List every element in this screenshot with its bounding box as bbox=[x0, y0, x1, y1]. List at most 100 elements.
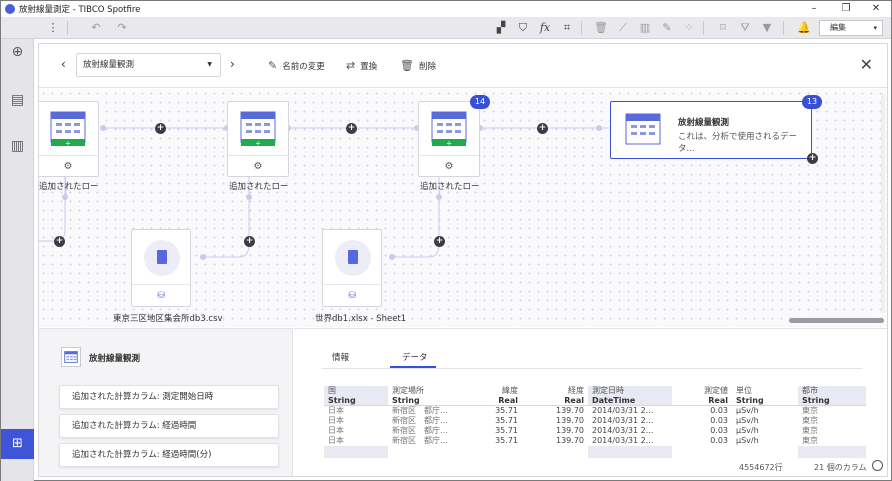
minimize-button[interactable]: – bbox=[799, 1, 829, 17]
column-header-name[interactable]: 経度 bbox=[522, 386, 588, 396]
function-icon[interactable]: fx bbox=[537, 20, 553, 36]
table-column[interactable]: 経度 Real 139.70 139.70 139.70 139.70 bbox=[522, 386, 588, 458]
crop-icon[interactable]: ⌑ bbox=[715, 20, 731, 36]
bar-chart-icon[interactable]: ▥ bbox=[10, 139, 25, 154]
column-header-name[interactable]: 都市 bbox=[798, 386, 866, 396]
source-node[interactable]: ⛁ bbox=[131, 229, 191, 307]
gear-icon[interactable]: ⚙ bbox=[419, 155, 479, 176]
toolbar-separator bbox=[783, 21, 784, 35]
scatter-icon[interactable]: ⁘ bbox=[681, 20, 697, 36]
redo-icon[interactable]: ↷ bbox=[114, 20, 130, 36]
column-header-type: String bbox=[388, 396, 452, 406]
add-step-icon[interactable]: + bbox=[244, 236, 255, 247]
trash-icon[interactable]: 🗑 bbox=[593, 20, 609, 36]
pen-icon[interactable]: ✎ bbox=[659, 20, 675, 36]
add-step-icon[interactable]: + bbox=[537, 123, 548, 134]
chevron-right-icon[interactable]: › bbox=[230, 57, 235, 71]
filter-clear-icon[interactable]: ⛛ bbox=[737, 20, 753, 36]
add-circle-icon[interactable]: ⊕ bbox=[10, 45, 25, 60]
table-cell: 0.03 bbox=[672, 416, 732, 426]
transform-node[interactable]: + ⚙ bbox=[39, 101, 99, 177]
table-cell: 2014/03/31 2... bbox=[588, 436, 672, 446]
undo-icon[interactable]: ↶ bbox=[88, 20, 104, 36]
shield-icon[interactable]: ⛉ bbox=[515, 20, 531, 36]
tab-divider bbox=[322, 368, 862, 369]
title-bar: 放射線量測定 - TIBCO Spotfire – ❐ ✕ bbox=[1, 1, 891, 17]
table-column[interactable]: 単位 String μSv/h μSv/h μSv/h μSv/h bbox=[732, 386, 798, 458]
delete-button[interactable]: 🗑 削除 bbox=[400, 59, 436, 72]
column-header-name[interactable]: 測定日時 bbox=[588, 386, 672, 396]
add-step-icon[interactable]: + bbox=[54, 236, 65, 247]
svg-text:+: + bbox=[255, 140, 261, 148]
column-header-name[interactable]: 測定値 bbox=[672, 386, 732, 396]
replace-button[interactable]: ⇄ 置換 bbox=[346, 59, 377, 72]
transform-node[interactable]: + ⚙ bbox=[227, 101, 289, 177]
bar-chart-icon[interactable]: ▥ bbox=[637, 20, 653, 36]
table-cell: 日本 bbox=[324, 406, 388, 416]
table-column[interactable]: 測定場所 String 新宿区 都庁... 新宿区 都庁... 新宿区 都庁... 新宿区… bbox=[388, 386, 452, 458]
result-table-node[interactable]: 放射線量観測 これは、分析で使用されるデータ... bbox=[610, 101, 812, 159]
add-step-icon[interactable]: + bbox=[346, 123, 357, 134]
node-label: 追加されたロー bbox=[229, 182, 289, 192]
add-step-icon[interactable]: + bbox=[807, 153, 818, 164]
table-column[interactable]: 測定値 Real 0.03 0.03 0.03 0.03 bbox=[672, 386, 732, 458]
chevron-left-icon[interactable]: ‹ bbox=[61, 57, 66, 71]
transform-node[interactable]: + ⚙ bbox=[418, 101, 480, 177]
result-table-description: これは、分析で使用されるデータ... bbox=[678, 132, 798, 154]
gear-icon[interactable]: ⚙ bbox=[39, 155, 98, 176]
table-column[interactable]: 都市 String 東京 東京 東京 東京 bbox=[798, 386, 866, 458]
data-canvas-icon[interactable]: ⊞ bbox=[1, 429, 34, 459]
rename-button[interactable]: ✎ 名前の変更 bbox=[268, 59, 325, 72]
globe-icon[interactable] bbox=[872, 460, 883, 471]
gear-icon[interactable]: ⚙ bbox=[228, 155, 288, 176]
left-rail: ⊕ ▤ ▥ ⊞ bbox=[1, 39, 34, 481]
data-relation-icon[interactable]: ⌗ bbox=[559, 20, 575, 36]
add-step-icon[interactable]: + bbox=[155, 123, 166, 134]
horizontal-scrollbar[interactable] bbox=[789, 318, 884, 323]
toolbar-separator bbox=[581, 21, 582, 35]
column-header-name[interactable]: 緯度 bbox=[452, 386, 522, 396]
table-cell: 新宿区 都庁... bbox=[388, 426, 452, 436]
step-item[interactable]: 追加された計算カラム: 測定開始日時 bbox=[59, 385, 279, 409]
tab-info[interactable]: 情報 bbox=[332, 351, 349, 363]
line-chart-icon[interactable]: ⟋ bbox=[615, 20, 631, 36]
data-source-icon: ⛁ bbox=[132, 284, 190, 306]
close-window-button[interactable]: ✕ bbox=[861, 1, 891, 17]
node-label: 追加されたロー bbox=[420, 182, 480, 192]
add-step-icon[interactable]: + bbox=[434, 236, 445, 247]
pages-icon[interactable]: ▤ bbox=[10, 93, 25, 108]
filter-icon[interactable]: ▼ bbox=[759, 20, 775, 36]
table-column[interactable]: 国 String 日本 日本 日本 日本 bbox=[324, 386, 388, 458]
step-item[interactable]: 追加された計算カラム: 経過時間 bbox=[59, 414, 279, 438]
source-node[interactable]: ⛁ bbox=[322, 229, 382, 307]
restore-button[interactable]: ❐ bbox=[831, 1, 861, 17]
details-panel: 情報 データ 国 String 日本 日本 日本 日本 測定場所 String 新宿区 都庁..… bbox=[294, 328, 887, 476]
close-icon[interactable]: ✕ bbox=[860, 55, 873, 74]
table-column[interactable]: 測定日時 DateTime 2014/03/31 2... 2014/03/31 2.… bbox=[588, 386, 672, 458]
table-column[interactable]: 緯度 Real 35.71 35.71 35.71 35.71 bbox=[452, 386, 522, 458]
file-icon bbox=[144, 240, 180, 276]
table-cell: 2014/03/31 2... bbox=[588, 426, 672, 436]
data-flow-canvas[interactable]: + ⚙ 追加されたロー + + ⚙ 追加されたロー + + ⚙ 14 追加された… bbox=[39, 89, 887, 327]
step-item[interactable]: 追加された計算カラム: 経過時間(分) bbox=[59, 443, 279, 467]
steps-panel: 放射線量観測 追加された計算カラム: 測定開始日時 追加された計算カラム: 経過… bbox=[39, 328, 293, 476]
column-header-type: String bbox=[732, 396, 798, 406]
tab-data[interactable]: データ bbox=[402, 351, 428, 363]
svg-text:+: + bbox=[446, 140, 452, 148]
column-header-type: Real bbox=[452, 396, 522, 406]
chevron-down-icon: ▼ bbox=[207, 61, 212, 68]
column-header-name[interactable]: 単位 bbox=[732, 386, 798, 396]
row-count-badge: 13 bbox=[802, 95, 822, 109]
menu-dots-icon[interactable]: ⋮ bbox=[45, 20, 61, 36]
source-label: 世界db1.xlsx - Sheet1 bbox=[315, 314, 407, 324]
data-table-select[interactable]: 放射線量観測 ▼ bbox=[76, 53, 221, 77]
table-cell: 日本 bbox=[324, 416, 388, 426]
table-cell: μSv/h bbox=[732, 416, 798, 426]
column-header-name[interactable]: 国 bbox=[324, 386, 388, 396]
data-preview-table[interactable]: 国 String 日本 日本 日本 日本 測定場所 String 新宿区 都庁... 新宿区 都庁… bbox=[324, 386, 866, 458]
bell-icon[interactable]: 🔔 bbox=[796, 20, 812, 36]
add-data-icon[interactable]: ▞ bbox=[493, 20, 509, 36]
edit-mode-select[interactable]: 編集 ▾ bbox=[819, 20, 883, 36]
column-header-name[interactable]: 測定場所 bbox=[388, 386, 452, 396]
vertical-scrollbar[interactable] bbox=[881, 93, 885, 313]
